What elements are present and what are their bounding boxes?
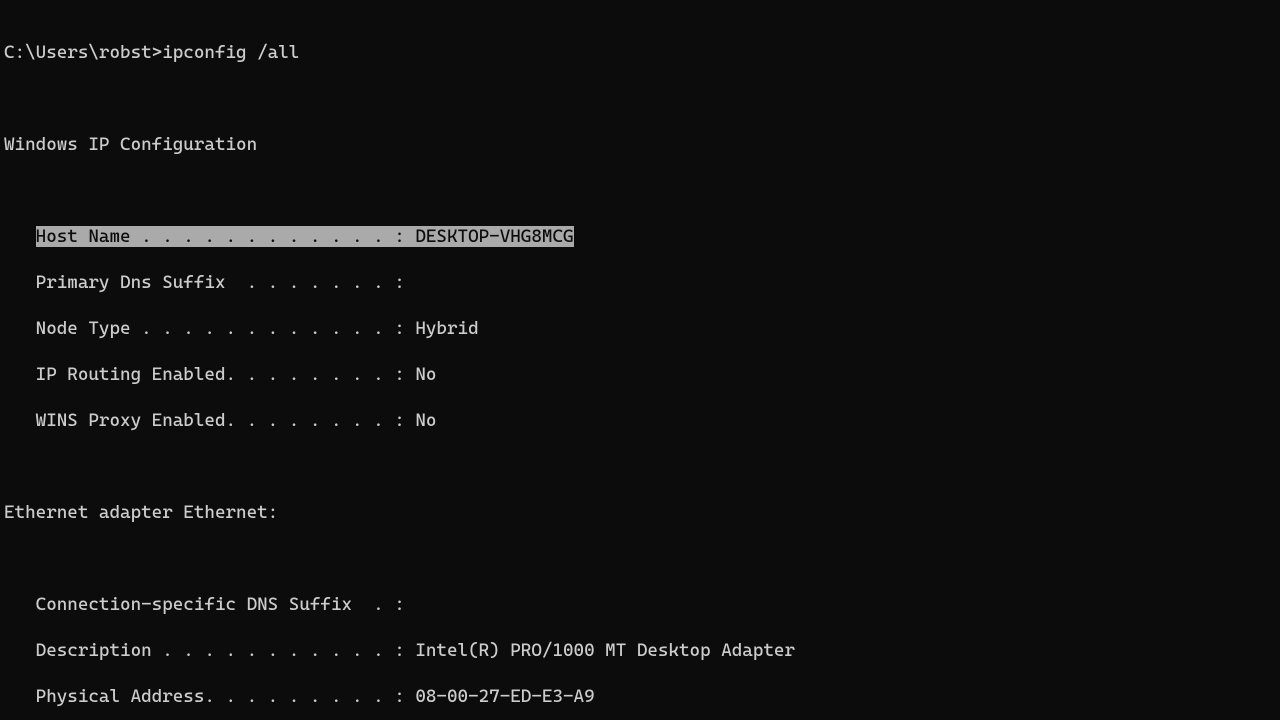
node-type-line: Node Type . . . . . . . . . . . . : Hybr… (4, 317, 1276, 340)
terminal-output[interactable]: C:\Users\robst>ipconfig /all Windows IP … (0, 0, 1280, 720)
blank-line (4, 455, 1276, 478)
prompt-command: ipconfig /all (162, 42, 299, 63)
section-ipconfig-title: Windows IP Configuration (4, 133, 1276, 156)
blank-line (4, 179, 1276, 202)
physical-address-line: Physical Address. . . . . . . . . : 08-0… (4, 685, 1276, 708)
conn-suffix-line: Connection-specific DNS Suffix . : (4, 593, 1276, 616)
section-ethernet-title: Ethernet adapter Ethernet: (4, 501, 1276, 524)
blank-line (4, 547, 1276, 570)
primary-dns-suffix-line: Primary Dns Suffix . . . . . . . : (4, 271, 1276, 294)
host-name-highlight: Host Name . . . . . . . . . . . . : DESK… (36, 226, 574, 247)
ip-routing-line: IP Routing Enabled. . . . . . . . : No (4, 363, 1276, 386)
blank-line (4, 87, 1276, 110)
wins-proxy-line: WINS Proxy Enabled. . . . . . . . : No (4, 409, 1276, 432)
prompt-line: C:\Users\robst>ipconfig /all (4, 41, 1276, 64)
host-name-line: Host Name . . . . . . . . . . . . : DESK… (4, 225, 1276, 248)
prompt-path: C:\Users\robst> (4, 42, 162, 63)
description-line: Description . . . . . . . . . . . : Inte… (4, 639, 1276, 662)
